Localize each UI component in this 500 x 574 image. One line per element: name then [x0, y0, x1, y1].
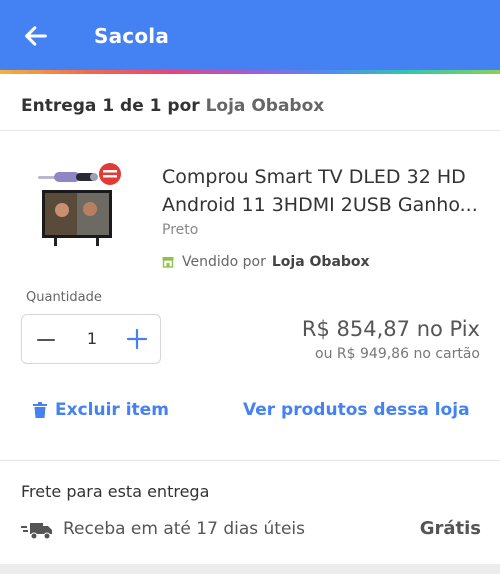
truck-icon	[21, 523, 52, 540]
back-arrow-icon[interactable]	[22, 22, 50, 50]
product-name-line1: Comprou Smart TV DLED 32 HD	[162, 166, 466, 188]
seller-info: Vendido por Loja Obabox	[162, 254, 370, 270]
app-header: Sacola	[0, 0, 500, 70]
remove-item-button[interactable]: Excluir item	[33, 400, 169, 420]
page-title: Sacola	[94, 24, 170, 48]
plus-icon[interactable]	[126, 328, 148, 350]
section-separator	[0, 564, 500, 574]
header-gradient-bar	[0, 70, 500, 74]
shipping-cost: Grátis	[419, 518, 481, 539]
seller-prefix: Vendido por	[182, 254, 266, 270]
product-color: Preto	[162, 222, 199, 238]
divider	[0, 460, 500, 461]
quantity-value[interactable]: 1	[78, 329, 106, 348]
delivery-prefix: Entrega 1 de 1 por	[21, 96, 200, 116]
card-price: ou R$ 949,86 no cartão	[315, 346, 480, 362]
shipping-row: Receba em até 17 dias úteis Grátis	[21, 518, 481, 542]
shipping-eta: Receba em até 17 dias úteis	[63, 519, 306, 539]
delivery-store-name: Loja Obabox	[205, 96, 325, 116]
minus-icon[interactable]	[36, 330, 56, 350]
seller-name[interactable]: Loja Obabox	[272, 254, 370, 270]
trash-icon	[33, 402, 47, 418]
product-image[interactable]	[36, 160, 132, 248]
pix-price: R$ 854,87 no Pix	[301, 317, 480, 341]
shipping-title: Frete para esta entrega	[21, 482, 210, 501]
quantity-label: Quantidade	[26, 290, 102, 305]
quantity-stepper: 1	[21, 314, 161, 364]
product-name-line2: Android 11 3HDMI 2USB Ganho...	[162, 194, 478, 216]
store-icon	[162, 257, 174, 268]
store-products-link[interactable]: Ver produtos dessa loja	[243, 400, 470, 420]
remove-item-label: Excluir item	[55, 400, 169, 420]
divider	[0, 130, 500, 131]
product-name[interactable]: Comprou Smart TV DLED 32 HD Android 11 3…	[162, 163, 482, 219]
delivery-heading: Entrega 1 de 1 por Loja Obabox	[21, 96, 324, 116]
